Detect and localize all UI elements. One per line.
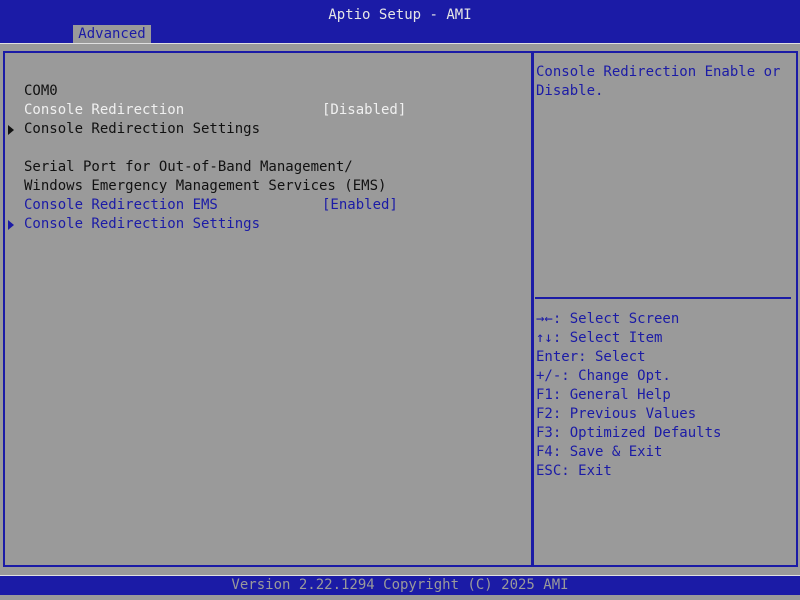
submenu-arrow-icon xyxy=(8,220,14,230)
help-panel: Console Redirection Enable or Disable. →… xyxy=(531,51,798,567)
help-description-line2: Disable. xyxy=(536,83,604,99)
console-redirection-label: Console Redirection xyxy=(24,102,185,118)
version-footer: Version 2.22.1294 Copyright (C) 2025 AMI xyxy=(0,575,800,595)
key-hint-change-opt: +/-: Change Opt. xyxy=(536,368,671,384)
help-description-line1: Console Redirection Enable or xyxy=(536,64,781,80)
app-title: Aptio Setup - AMI xyxy=(328,7,472,23)
key-hint-f4: F4: Save & Exit xyxy=(536,444,663,460)
serial-port-text-line2: Windows Emergency Management Services (E… xyxy=(24,178,387,194)
key-hint-enter: Enter: Select xyxy=(536,349,646,365)
serial-port-text-line1: Serial Port for Out-of-Band Management/ xyxy=(24,159,353,175)
key-hint-select-item: ↑↓: Select Item xyxy=(536,330,663,346)
title-bar: Aptio Setup - AMI Advanced xyxy=(0,0,800,44)
key-hint-f1: F1: General Help xyxy=(536,387,671,403)
console-redirection-ems-value[interactable]: [Enabled] xyxy=(322,196,398,215)
key-hint-f3: F3: Optimized Defaults xyxy=(536,425,722,441)
key-hint-select-screen: →←: Select Screen xyxy=(536,311,680,327)
help-divider xyxy=(535,297,791,299)
console-redirection-ems-label: Console Redirection EMS xyxy=(24,197,218,213)
tab-advanced[interactable]: Advanced xyxy=(73,25,151,43)
console-redirection-value[interactable]: [Disabled] xyxy=(322,101,406,120)
key-hint-f2: F2: Previous Values xyxy=(536,406,697,422)
settings-panel: COM0 Console Redirection [Disabled] Cons… xyxy=(3,51,534,567)
ems-console-redirection-settings-label: Console Redirection Settings xyxy=(24,216,261,232)
submenu-arrow-icon xyxy=(8,125,14,135)
com0-heading: COM0 xyxy=(24,83,58,99)
console-redirection-settings-label: Console Redirection Settings xyxy=(24,121,261,137)
key-hint-esc: ESC: Exit xyxy=(536,463,612,479)
